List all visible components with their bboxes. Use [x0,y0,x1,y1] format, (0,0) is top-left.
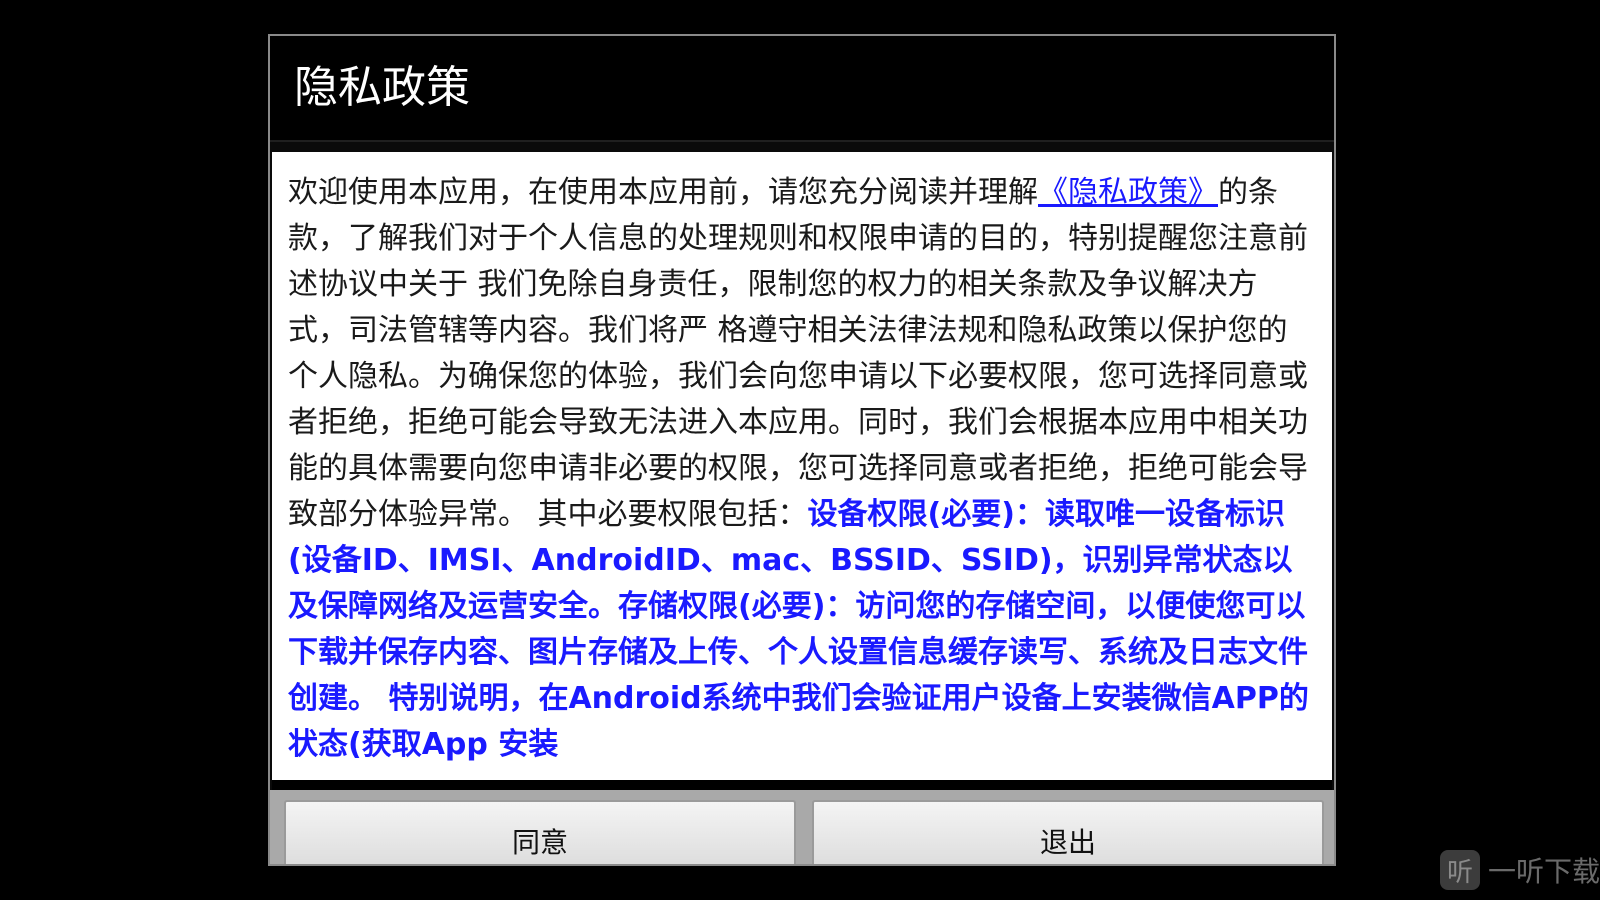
agree-button[interactable]: 同意 [284,800,796,864]
intro-text-after-link: 的条款，了解我们对于个人信息的处理规则和权限申请的目的，特别提醒您注意前述协议中… [288,175,1308,532]
intro-text-before-link: 欢迎使用本应用，在使用本应用前，请您充分阅读并理解 [288,175,1038,210]
content-bottom-divider [272,780,1332,790]
policy-text: 欢迎使用本应用，在使用本应用前，请您充分阅读并理解《隐私政策》的条款，了解我们对… [272,152,1332,768]
screen: 隐私政策 欢迎使用本应用，在使用本应用前，请您充分阅读并理解《隐私政策》的条款，… [0,0,1600,900]
title-divider [270,140,1334,142]
dialog-title-bar: 隐私政策 [270,36,1334,140]
dialog-content[interactable]: 欢迎使用本应用，在使用本应用前，请您充分阅读并理解《隐私政策》的条款，了解我们对… [272,152,1332,780]
exit-button[interactable]: 退出 [812,800,1324,864]
dialog-button-bar: 同意 退出 [270,790,1334,864]
dialog-title: 隐私政策 [294,62,470,113]
privacy-policy-link[interactable]: 《隐私政策》 [1038,175,1218,210]
watermark-logo-icon: 听 [1439,850,1480,890]
privacy-dialog: 隐私政策 欢迎使用本应用，在使用本应用前，请您充分阅读并理解《隐私政策》的条款，… [268,34,1336,866]
permissions-text: 设备权限(必要)：读取唯一设备标识 (设备ID、IMSI、AndroidID、m… [288,497,1309,762]
watermark-text: 一听下载 [1487,855,1600,888]
watermark: 听 一听下载 [1439,840,1600,900]
